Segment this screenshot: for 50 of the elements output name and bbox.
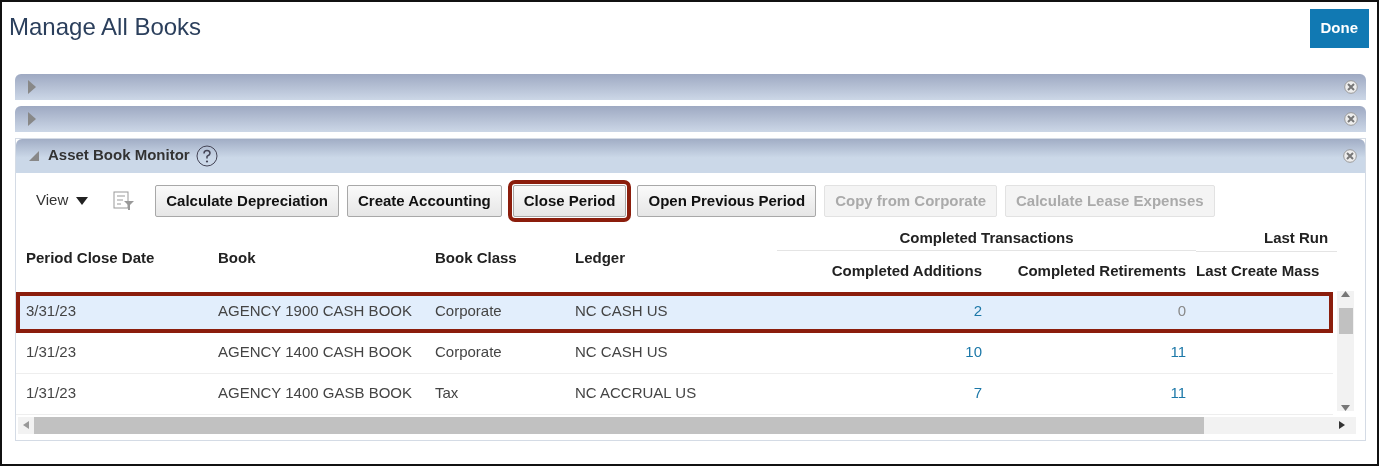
column-header: Ledger (574, 248, 626, 269)
table-cell-text: 0 (1177, 301, 1186, 322)
table-cell-text: NC CASH US (574, 301, 669, 322)
page-title: Manage All Books (9, 13, 202, 42)
toolbar-button[interactable]: Open Previous Period (637, 184, 817, 217)
table-cell-text: Tax (434, 383, 460, 404)
table-cell-text: Corporate (434, 342, 503, 363)
table-cell-text: AGENCY 1900 CASH BOOK (217, 301, 413, 322)
count-link[interactable]: 7 (973, 382, 982, 405)
column-header: Completed Additions (830, 261, 983, 282)
expand-icon[interactable] (27, 111, 36, 126)
table-cell-text: 3/31/23 (25, 301, 78, 322)
table-cell-text: 1/31/23 (25, 383, 78, 404)
table-row[interactable]: 1/31/23 AGENCY 1400 GASB BOOK Tax NC ACCRUAL US 7 11 (16, 373, 1333, 415)
expand-icon[interactable] (27, 79, 36, 94)
column-header: Last Create Mass (1196, 261, 1321, 282)
view-menu[interactable]: View (35, 188, 90, 213)
filter-icon[interactable] (113, 190, 136, 211)
count-link[interactable]: 2 (973, 300, 982, 323)
scroll-thumb[interactable] (1338, 307, 1353, 334)
help-icon[interactable] (195, 144, 218, 167)
collapse-icon[interactable] (28, 149, 40, 162)
column-header: Completed Retirements (1016, 261, 1187, 282)
close-icon[interactable] (1344, 79, 1358, 94)
done-button[interactable]: Done (1309, 9, 1369, 48)
column-header: Period Close Date (25, 248, 156, 269)
table-cell-text: AGENCY 1400 GASB BOOK (217, 383, 413, 404)
toolbar-button[interactable]: Calculate Depreciation (155, 184, 339, 217)
table-row[interactable]: 3/31/23 AGENCY 1900 CASH BOOK Corporate NC CASH US 2 0 (16, 291, 1333, 333)
table-cell-text: Corporate (434, 301, 503, 322)
panel-title: Asset Book Monitor (48, 145, 190, 166)
table-cell-text: 1/31/23 (25, 342, 78, 363)
count-link[interactable]: 11 (1170, 382, 1186, 405)
table-cell-text: AGENCY 1400 CASH BOOK (217, 342, 413, 363)
table-cell-text: NC CASH US (574, 342, 669, 363)
count-link[interactable]: 11 (1170, 341, 1186, 364)
scroll-up-icon[interactable] (1341, 290, 1350, 297)
column-group-header: Completed Transactions (777, 226, 1196, 251)
toolbar-button[interactable]: Create Accounting (346, 184, 502, 217)
scroll-down-icon[interactable] (1341, 404, 1350, 411)
count-link[interactable]: 10 (965, 341, 982, 364)
column-header: Book (217, 248, 257, 269)
table-cell-text: NC ACCRUAL US (574, 383, 698, 404)
vertical-scrollbar[interactable] (1337, 290, 1354, 411)
close-icon[interactable] (1343, 148, 1357, 163)
caret-icon (76, 196, 89, 205)
column-header: Book Class (434, 248, 518, 269)
close-icon[interactable] (1344, 111, 1358, 126)
column-group-header: Last Run (1264, 228, 1329, 249)
table-row[interactable]: 1/31/23 AGENCY 1400 CASH BOOK Corporate NC CASH US 10 11 (16, 332, 1333, 374)
